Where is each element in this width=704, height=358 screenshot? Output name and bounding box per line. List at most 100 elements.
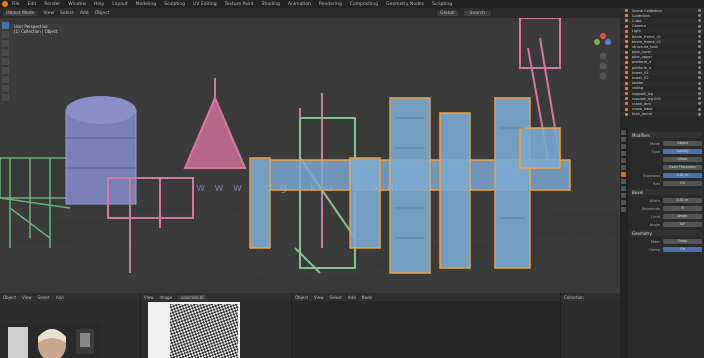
editor-menu[interactable]: Select xyxy=(330,295,342,300)
workspace-tab[interactable]: Layout xyxy=(112,2,127,7)
material-tab-icon[interactable] xyxy=(621,207,626,212)
editor-menu[interactable]: Collection xyxy=(564,295,584,300)
editor-menu[interactable]: Object xyxy=(295,295,308,300)
geometry-panel-header[interactable]: Geometry xyxy=(630,230,702,236)
mode-dropdown[interactable]: Object Mode xyxy=(3,10,38,16)
editor-menu[interactable]: Select xyxy=(38,295,50,300)
property-row: Rim Fill xyxy=(630,180,702,187)
menu-item[interactable]: Edit xyxy=(28,2,37,7)
property-field[interactable]: 3 xyxy=(663,206,702,211)
menu-item[interactable]: File xyxy=(12,2,20,7)
property-field[interactable]: 0.01 m xyxy=(663,198,702,203)
editor-menu[interactable]: View xyxy=(314,295,324,300)
move-tool-icon[interactable] xyxy=(2,40,9,47)
workspace-tab[interactable]: Rendering xyxy=(319,2,342,7)
editor-menu[interactable]: View xyxy=(22,295,32,300)
object-info: (1) Collection | Object xyxy=(14,29,58,34)
menu-item[interactable]: Render xyxy=(44,2,60,7)
scale-tool-icon[interactable] xyxy=(2,58,9,65)
modifier-panel-header[interactable]: Modifiers xyxy=(630,132,702,138)
workspace-tab[interactable]: Geometry Nodes xyxy=(386,2,424,7)
property-field[interactable]: On xyxy=(663,247,702,252)
3d-viewport[interactable]: User Perspective (1) Collection | Object… xyxy=(0,18,620,293)
add-menu[interactable]: Add xyxy=(80,11,89,16)
property-row: Offset xyxy=(630,156,702,163)
property-field[interactable]: Object xyxy=(663,141,702,146)
green-structure xyxy=(294,117,356,274)
editor-menu[interactable]: Add xyxy=(56,295,64,300)
workspace-tab[interactable]: Animation xyxy=(288,2,311,7)
search-field[interactable]: Search xyxy=(463,10,491,16)
cursor-tool-icon[interactable] xyxy=(2,31,9,38)
camera-view-icon[interactable] xyxy=(599,72,607,80)
property-field[interactable]: 30° xyxy=(663,222,702,227)
menu-item[interactable]: Help xyxy=(94,2,104,7)
property-field[interactable]: Angle xyxy=(663,214,702,219)
editor-menu[interactable]: Image xyxy=(160,295,173,300)
zoom-icon[interactable] xyxy=(599,52,607,60)
world-tab-icon[interactable] xyxy=(621,158,626,163)
image-name-field[interactable]: concrete.tif xyxy=(178,294,207,300)
texture-preview-image xyxy=(148,302,240,358)
menu-item[interactable]: Window xyxy=(68,2,86,7)
properties-tabs xyxy=(620,128,628,358)
property-field[interactable]: 0.02 m xyxy=(663,173,702,178)
rotate-tool-icon[interactable] xyxy=(2,49,9,56)
property-row: Even Thickness xyxy=(630,164,702,171)
view-menu[interactable]: View xyxy=(43,11,54,16)
workspace-tab[interactable]: Scripting xyxy=(432,2,452,7)
property-row: Mode Object xyxy=(630,140,702,147)
left-scaffold xyxy=(0,157,71,248)
editor-menu[interactable]: Add xyxy=(348,295,356,300)
y-axis-icon[interactable] xyxy=(594,39,600,45)
render-tab-icon[interactable] xyxy=(621,137,626,142)
constraints-tab-icon[interactable] xyxy=(621,193,626,198)
workspace-tab[interactable]: Texture Paint xyxy=(225,2,254,7)
object-tab-icon[interactable] xyxy=(621,165,626,170)
outliner-row[interactable]: tank_dome xyxy=(620,111,704,117)
select-tool-icon[interactable] xyxy=(2,22,9,29)
scene-render xyxy=(0,18,620,279)
property-row: Type Solidify xyxy=(630,148,702,155)
z-axis-icon[interactable] xyxy=(605,39,611,45)
data-tab-icon[interactable] xyxy=(621,200,626,205)
transform-tool-icon[interactable] xyxy=(2,67,9,74)
pan-icon[interactable] xyxy=(599,62,607,70)
property-row: Limit Angle xyxy=(630,213,702,220)
x-axis-icon[interactable] xyxy=(600,33,606,39)
property-field[interactable]: Solidify xyxy=(663,149,702,154)
physics-tab-icon[interactable] xyxy=(621,186,626,191)
navigation-gizmo[interactable] xyxy=(592,26,614,88)
watermark: w w w . c g - k u . c o m xyxy=(196,181,401,194)
property-field[interactable]: Sharp xyxy=(663,239,702,244)
particles-tab-icon[interactable] xyxy=(621,179,626,184)
workspace-tab[interactable]: Compositing xyxy=(350,2,378,7)
measure-tool-icon[interactable] xyxy=(2,85,9,92)
scene-tab-icon[interactable] xyxy=(621,151,626,156)
property-checkbox[interactable]: Even Thickness xyxy=(663,165,702,170)
outliner-panel: Scene Collection Collection Cube Camera … xyxy=(620,8,704,128)
workspace-tab[interactable]: Modeling xyxy=(136,2,156,7)
output-tab-icon[interactable] xyxy=(621,144,626,149)
bevel-panel-header[interactable]: Bevel xyxy=(630,189,702,195)
top-menu-bar: File Edit Render Window Help Layout Mode… xyxy=(0,0,704,8)
object-menu[interactable]: Object xyxy=(95,11,110,16)
tool-tab-icon[interactable] xyxy=(621,130,626,135)
workspace-tab[interactable]: UV Editing xyxy=(193,2,216,7)
editor-menu[interactable]: View xyxy=(144,295,154,300)
workspace-tab[interactable]: Shading xyxy=(262,2,280,7)
node-editor[interactable]: Object View Select Add Node xyxy=(292,293,560,358)
modifier-tab-icon[interactable] xyxy=(621,172,626,177)
editor-menu[interactable]: Object xyxy=(3,295,16,300)
property-row: Thickness 0.02 m xyxy=(630,172,702,179)
transform-orientation-dropdown[interactable]: Global xyxy=(437,10,458,16)
property-field[interactable]: Fill xyxy=(663,181,702,186)
property-checkbox[interactable]: Offset xyxy=(663,157,702,162)
collection-editor[interactable]: Collection xyxy=(561,293,620,358)
workspace-tab[interactable]: Sculpting xyxy=(164,2,185,7)
annotate-tool-icon[interactable] xyxy=(2,76,9,83)
add-cube-tool-icon[interactable] xyxy=(2,94,9,101)
editor-menu[interactable]: Node xyxy=(362,295,372,300)
select-menu[interactable]: Select xyxy=(60,11,74,16)
blender-logo-icon[interactable] xyxy=(2,1,8,7)
